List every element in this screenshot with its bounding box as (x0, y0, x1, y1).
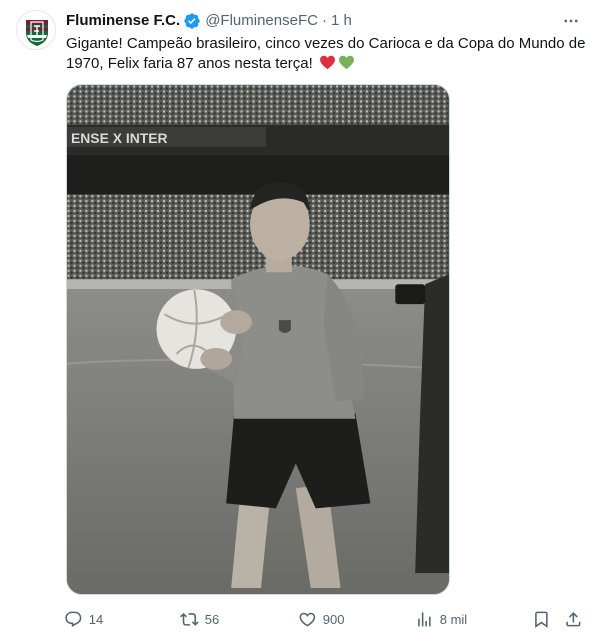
share-icon (566, 611, 581, 627)
share-button[interactable] (564, 606, 583, 632)
action-bar: 14 56 900 8 mil (62, 606, 588, 632)
views-count: 8 mil (439, 611, 468, 627)
goalkeeper-photo: ENSE X INTER (67, 85, 449, 594)
reply-icon (65, 611, 82, 627)
views-button[interactable]: 8 mil (415, 606, 467, 632)
like-count: 900 (322, 611, 345, 627)
tweet-text: Gigante! Campeão brasileiro, cinco vezes… (66, 34, 586, 74)
bookmark-icon (535, 611, 548, 628)
verified-badge-icon[interactable] (183, 12, 201, 30)
separator-dot: · (321, 12, 327, 29)
fluminense-crest-logo (17, 11, 55, 49)
avatar[interactable] (16, 10, 56, 50)
repost-button[interactable]: 56 (180, 606, 219, 632)
reply-button[interactable]: 14 (64, 606, 103, 632)
repost-count: 56 (204, 611, 220, 627)
heart-icon (299, 612, 316, 627)
more-horizontal-icon (564, 19, 578, 23)
green-heart-icon (339, 55, 354, 70)
handle[interactable]: @FluminenseFC (205, 11, 318, 31)
more-options-button[interactable] (561, 11, 581, 31)
display-name[interactable]: Fluminense F.C. (66, 11, 180, 31)
views-chart-icon (418, 611, 431, 627)
repost-icon (180, 612, 199, 626)
tweet-photo[interactable]: ENSE X INTER (66, 84, 450, 595)
tweet-card[interactable]: Fluminense F.C. @FluminenseFC · 1 h Giga… (0, 0, 597, 640)
timestamp[interactable]: 1 h (331, 11, 352, 31)
reply-count: 14 (88, 611, 104, 627)
bookmark-button[interactable] (532, 606, 551, 632)
red-heart-icon (320, 55, 335, 70)
tweet-header: Fluminense F.C. @FluminenseFC · 1 h (66, 11, 581, 31)
scoreboard-text: ENSE X INTER (71, 130, 168, 146)
like-button[interactable]: 900 (298, 606, 344, 632)
